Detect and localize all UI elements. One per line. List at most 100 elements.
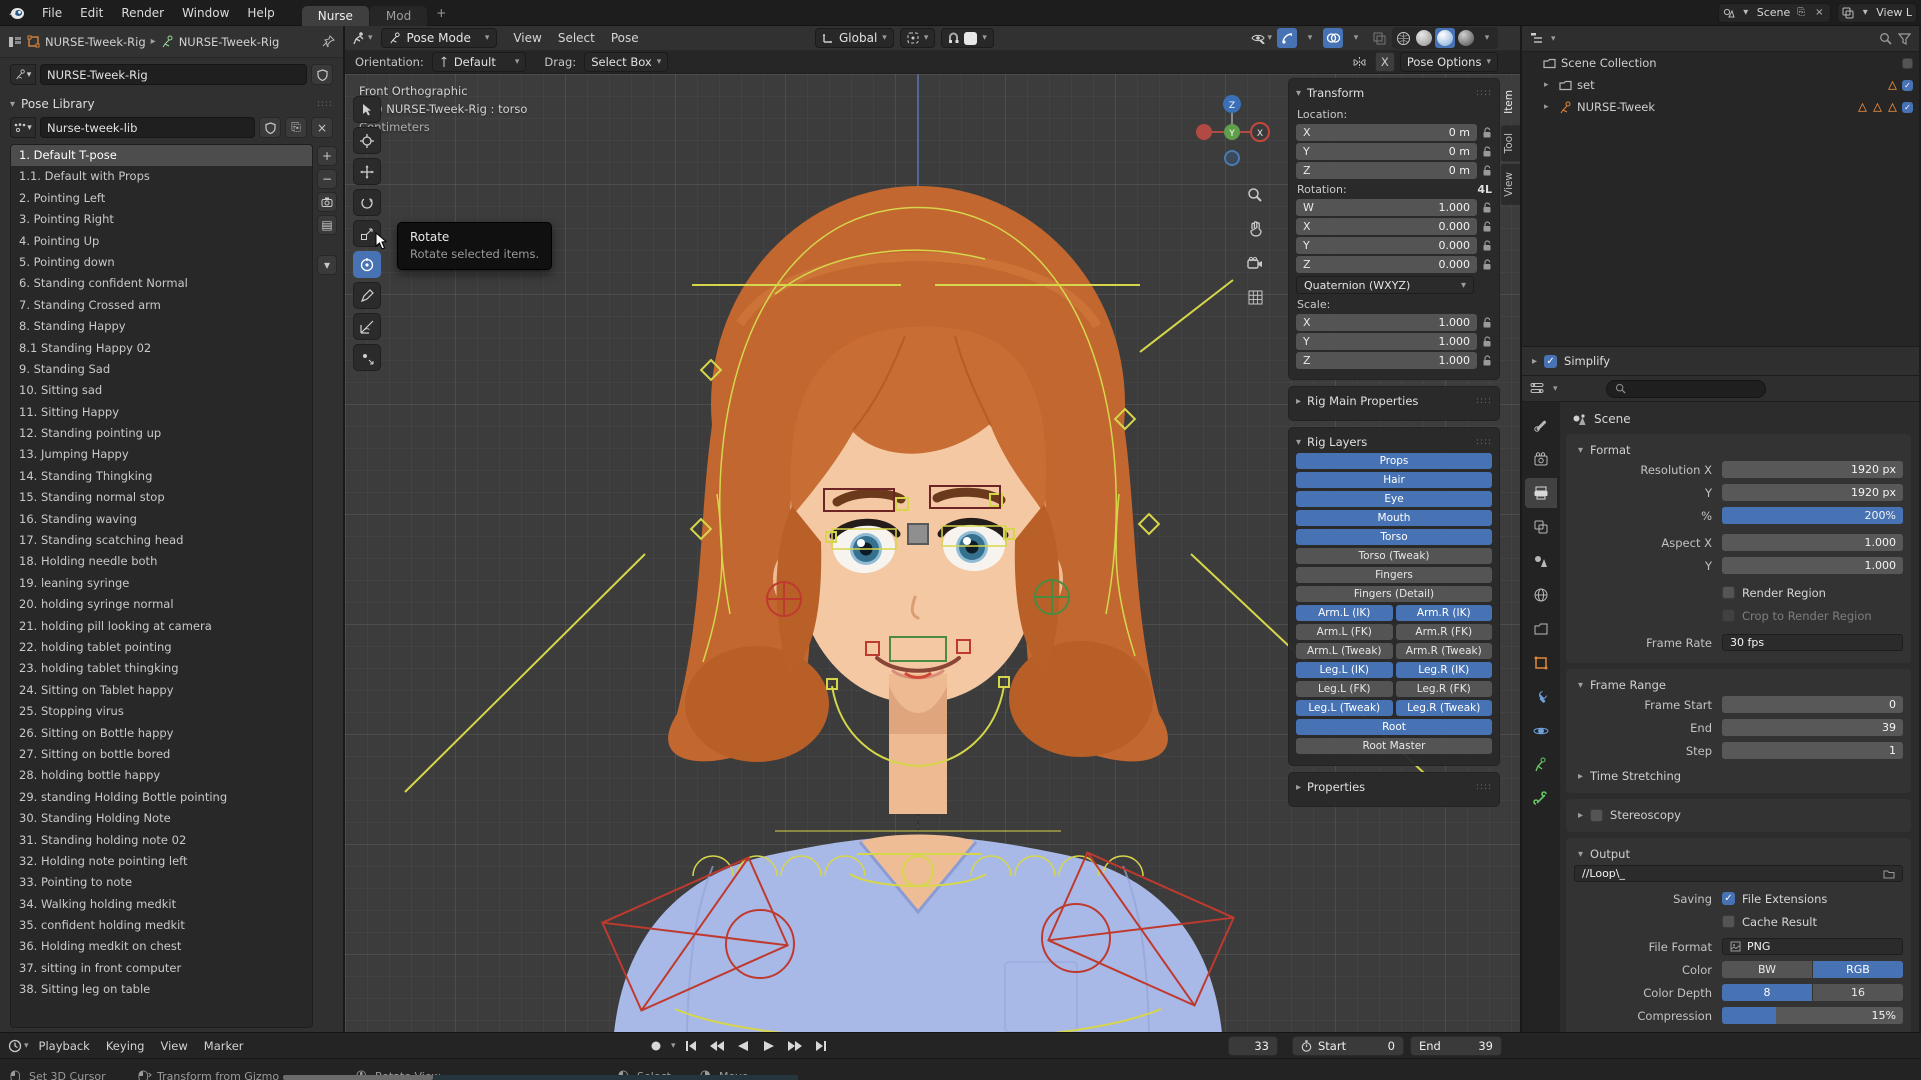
play-reverse-button[interactable] [732,1036,754,1056]
pin-icon[interactable] [322,35,335,48]
lock-open-icon[interactable] [1482,355,1492,367]
mirror-x-toggle[interactable]: X [1375,52,1395,72]
editor-type-3d-icon[interactable] [351,31,366,45]
breadcrumb-object[interactable]: NURSE-Tweek-Rig [45,35,146,49]
menu-file[interactable]: File [33,0,71,26]
pose-list-item[interactable]: 14. Standing Thingking [11,466,312,487]
pose-list-item[interactable]: 37. sitting in front computer [11,958,312,979]
pan-hand-icon[interactable] [1242,216,1268,242]
pose-list-item[interactable]: 7. Standing Crossed arm [11,295,312,316]
mode-select[interactable]: Pose Mode ▾ [381,28,498,48]
viewport-menu-view[interactable]: View [505,31,549,45]
tool-transform[interactable] [353,251,381,278]
location-x-field[interactable]: X0 m [1296,124,1477,141]
play-button[interactable] [758,1036,780,1056]
pose-list-item[interactable]: 38. Sitting leg on table [11,979,312,1000]
pose-list-item[interactable]: 15. Standing normal stop [11,487,312,508]
rig-layer-arm-r-tweak-[interactable]: Arm.R (Tweak) [1396,643,1493,659]
pose-list-item[interactable]: 18. Holding needle both [11,551,312,572]
timeline-menu-playback[interactable]: Playback [31,1039,98,1053]
lock-open-icon[interactable] [1482,259,1492,271]
simplify-panel-row[interactable]: ▸ ✓ Simplify [1522,346,1919,376]
expand-icon[interactable]: ▸ [1544,80,1554,90]
color-option-rgb[interactable]: RGB [1813,961,1903,978]
menu-render[interactable]: Render [112,0,173,26]
lock-open-icon[interactable] [1482,221,1492,233]
editor-type-icon[interactable] [8,36,22,48]
frame-range-panel-header[interactable]: ▾Frame Range [1574,674,1903,694]
scale-y-field[interactable]: Y1.000 [1296,333,1477,350]
pose-list-item[interactable]: 34. Walking holding medkit [11,894,312,915]
frame-end-field[interactable]: 39 [1722,719,1903,736]
filter-icon[interactable] [1898,33,1911,45]
stereoscopy-header[interactable]: ▸Stereoscopy [1574,804,1903,824]
crop-region-checkbox[interactable] [1722,609,1735,622]
workspace-tab-nurse[interactable]: Nurse [302,6,369,26]
rig-layer-root[interactable]: Root [1296,719,1492,735]
cache-result-checkbox[interactable] [1722,915,1735,928]
pose-list-item[interactable]: 4. Pointing Up [11,231,312,252]
ortho-grid-icon[interactable] [1242,284,1268,310]
properties-editor-icon[interactable] [1530,382,1545,395]
drag-select[interactable]: Select Box ▾ [584,52,668,72]
tab-output-icon[interactable] [1525,478,1557,508]
shading-solid-button[interactable] [1414,28,1434,48]
xray-toggle[interactable] [1369,28,1389,48]
pose-list-item[interactable]: 9. Standing Sad [11,359,312,380]
file-format-dropdown[interactable]: PNG [1722,938,1903,955]
pose-list-item[interactable]: 11. Sitting Happy [11,402,312,423]
new-scene-icon[interactable]: ⎘ [1794,6,1808,20]
pose-list-item[interactable]: 25. Stopping virus [11,701,312,722]
lock-open-icon[interactable] [1482,240,1492,252]
tool-rotate[interactable] [353,189,381,216]
aspect-y-field[interactable]: 1.000 [1722,557,1903,574]
armature-name-field[interactable]: NURSE-Tweek-Rig [40,64,307,85]
record-button[interactable] [645,1036,667,1056]
pose-list-item[interactable]: 17. Standing scatching head [11,530,312,551]
time-stretching-header[interactable]: ▸Time Stretching [1574,765,1903,785]
rig-main-properties-header[interactable]: ▸Rig Main Properties:::: [1296,392,1492,412]
pose-list-item[interactable]: 12. Standing pointing up [11,423,312,444]
frame-step-field[interactable]: 1 [1722,742,1903,759]
tool-annotate[interactable] [353,282,381,309]
tool-move[interactable] [353,158,381,185]
sidebar-tab-tool[interactable]: Tool [1501,125,1520,161]
aspect-x-field[interactable]: 1.000 [1722,534,1903,551]
snap-controls[interactable]: ▾ [941,28,994,48]
lock-open-icon[interactable] [1482,146,1492,158]
blender-logo-icon[interactable] [8,6,25,20]
pose-list-item[interactable]: 33. Pointing to note [11,872,312,893]
tab-scene-icon[interactable] [1525,546,1557,576]
pose-list-item[interactable]: 20. holding syringe normal [11,594,312,615]
sidebar-tab-view[interactable]: View [1501,164,1520,205]
menu-help[interactable]: Help [238,0,283,26]
tab-world-icon[interactable] [1525,580,1557,610]
viewport-menu-select[interactable]: Select [550,31,603,45]
tab-object-data-icon[interactable] [1525,750,1557,780]
outliner-mode-chevron[interactable]: ▾ [1551,34,1556,44]
pose-list-item[interactable]: 23. holding tablet thingking [11,658,312,679]
armature-id-icon[interactable]: ▾ [10,64,36,85]
rig-layer-fingers-detail-[interactable]: Fingers (Detail) [1296,586,1492,602]
action-id-icon[interactable]: ▾ [10,117,36,138]
mirror-icon[interactable] [1350,52,1370,72]
transform-panel-header[interactable]: ▾Transform:::: [1296,84,1492,104]
expand-icon[interactable]: ▸ [1544,102,1554,112]
pose-options-dropdown[interactable]: Pose Options ▾ [1400,52,1498,72]
lock-open-icon[interactable] [1482,127,1492,139]
tool-measure[interactable] [353,313,381,340]
delete-scene-icon[interactable]: × [1812,6,1826,20]
lock-open-icon[interactable] [1482,317,1492,329]
pose-list-item[interactable]: 29. standing Holding Bottle pointing [11,787,312,808]
pose-list-item[interactable]: 10. Sitting sad [11,380,312,401]
jump-to-start-button[interactable] [680,1036,702,1056]
rig-layer-arm-l-tweak-[interactable]: Arm.L (Tweak) [1296,643,1393,659]
pose-list-item[interactable]: 6. Standing confident Normal [11,273,312,294]
rig-layer-mouth[interactable]: Mouth [1296,510,1492,526]
rotation-w-field[interactable]: W1.000 [1296,199,1477,216]
pivot-point-select[interactable]: ▾ [900,28,936,48]
menu-edit[interactable]: Edit [71,0,112,26]
outliner-display-mode-icon[interactable] [1530,32,1545,45]
stereoscopy-checkbox[interactable] [1590,809,1603,822]
rig-layer-arm-r-fk-[interactable]: Arm.R (FK) [1396,624,1493,640]
